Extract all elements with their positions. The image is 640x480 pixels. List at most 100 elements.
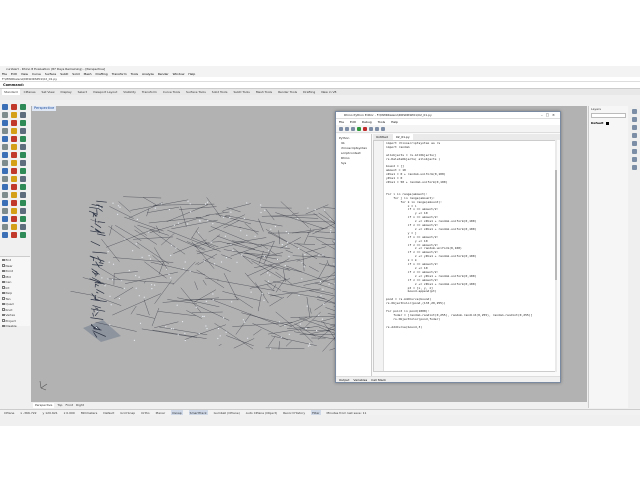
editor-menu-item[interactable]: Edit (350, 119, 356, 125)
control-point[interactable] (244, 321, 246, 323)
tool-icon[interactable] (2, 192, 8, 198)
control-point[interactable] (151, 288, 153, 290)
control-point[interactable] (224, 235, 226, 237)
control-point[interactable] (118, 297, 120, 300)
tool-icon[interactable] (2, 224, 8, 230)
osnap-checkbox[interactable] (2, 324, 5, 328)
control-point[interactable] (330, 228, 332, 231)
control-point[interactable] (187, 223, 189, 225)
control-point[interactable] (154, 207, 156, 209)
control-point[interactable] (320, 295, 322, 297)
osnap-checkbox[interactable] (2, 319, 5, 322)
control-point[interactable] (268, 249, 270, 251)
control-point[interactable] (298, 247, 300, 250)
tool-icon[interactable] (11, 144, 17, 150)
control-point[interactable] (236, 261, 238, 263)
osnap-checkbox[interactable] (2, 313, 5, 317)
tool-icon[interactable] (20, 184, 26, 190)
control-point[interactable] (184, 332, 186, 334)
tool-icon[interactable] (20, 152, 26, 158)
control-point[interactable] (322, 288, 324, 290)
control-point[interactable] (316, 330, 318, 332)
editor-menu-item[interactable]: File (339, 119, 344, 125)
control-point[interactable] (198, 232, 200, 234)
tool-icon[interactable] (11, 208, 17, 214)
control-point[interactable] (199, 219, 201, 221)
osnap-checkbox[interactable] (2, 269, 5, 273)
control-point[interactable] (230, 211, 232, 213)
control-point[interactable] (183, 267, 185, 270)
tool-icon[interactable] (11, 168, 17, 174)
control-point[interactable] (309, 344, 311, 347)
tool-icon[interactable] (2, 216, 8, 222)
control-point[interactable] (318, 314, 320, 316)
control-point[interactable] (112, 263, 115, 265)
tool-icon[interactable] (20, 160, 26, 166)
control-point[interactable] (198, 333, 200, 335)
control-point[interactable] (195, 306, 197, 308)
control-point[interactable] (246, 234, 248, 236)
control-point[interactable] (139, 322, 142, 324)
viewport-tab[interactable]: Front (65, 403, 73, 408)
control-point[interactable] (241, 254, 243, 256)
control-point[interactable] (109, 295, 111, 297)
osnap-checkbox[interactable] (2, 308, 5, 311)
tool-icon[interactable] (20, 112, 26, 118)
control-point[interactable] (112, 202, 114, 204)
named-views-icon[interactable] (632, 141, 637, 146)
control-point[interactable] (181, 321, 184, 323)
tool-icon[interactable] (11, 128, 17, 134)
control-point[interactable] (149, 258, 151, 260)
control-point[interactable] (104, 285, 106, 287)
control-point[interactable] (212, 299, 214, 301)
control-point[interactable] (287, 232, 290, 234)
control-point[interactable] (101, 277, 103, 279)
tree-item[interactable]: Sys (337, 161, 371, 166)
control-point[interactable] (119, 206, 121, 208)
control-point[interactable] (111, 279, 114, 281)
control-point[interactable] (143, 296, 145, 298)
control-point[interactable] (250, 291, 252, 293)
control-point[interactable] (232, 249, 234, 251)
control-point[interactable] (184, 261, 186, 263)
control-point[interactable] (95, 326, 98, 329)
control-point[interactable] (284, 324, 286, 327)
tool-icon[interactable] (11, 200, 17, 206)
control-point[interactable] (240, 230, 242, 232)
osnap-item[interactable]: Disable (2, 324, 28, 330)
control-point[interactable] (136, 218, 138, 220)
control-point[interactable] (177, 334, 179, 336)
control-point[interactable] (170, 277, 172, 279)
osnap-checkbox[interactable] (2, 297, 5, 300)
viewport-tab[interactable]: Top (57, 403, 62, 408)
editor-menu-item[interactable]: Tools (378, 119, 385, 125)
control-point[interactable] (287, 241, 289, 243)
tool-icon[interactable] (20, 136, 26, 142)
control-point[interactable] (277, 258, 279, 260)
control-point[interactable] (242, 319, 244, 321)
layer-search-input[interactable] (591, 113, 626, 118)
control-point[interactable] (308, 343, 311, 345)
control-point[interactable] (278, 321, 280, 323)
control-point[interactable] (170, 328, 172, 330)
status-item[interactable]: Auto CPlane (Object) (246, 410, 277, 415)
tool-icon[interactable] (2, 208, 8, 214)
control-point[interactable] (96, 311, 98, 313)
control-point[interactable] (117, 205, 119, 207)
status-item[interactable]: Grid Snap (120, 410, 135, 415)
editor-menu-item[interactable]: Help (391, 119, 398, 125)
control-point[interactable] (135, 287, 137, 289)
tool-icon[interactable] (11, 184, 17, 190)
status-item[interactable]: Filter (311, 410, 321, 415)
control-point[interactable] (154, 284, 156, 286)
control-point[interactable] (219, 335, 221, 337)
tool-icon[interactable] (20, 120, 26, 126)
run-icon[interactable] (357, 126, 361, 131)
osnap-checkbox[interactable] (2, 275, 5, 278)
control-point[interactable] (301, 278, 303, 280)
control-point[interactable] (124, 238, 126, 240)
control-point[interactable] (204, 203, 207, 205)
control-point[interactable] (202, 315, 204, 317)
comment-icon[interactable] (381, 126, 385, 131)
control-point[interactable] (268, 292, 270, 294)
